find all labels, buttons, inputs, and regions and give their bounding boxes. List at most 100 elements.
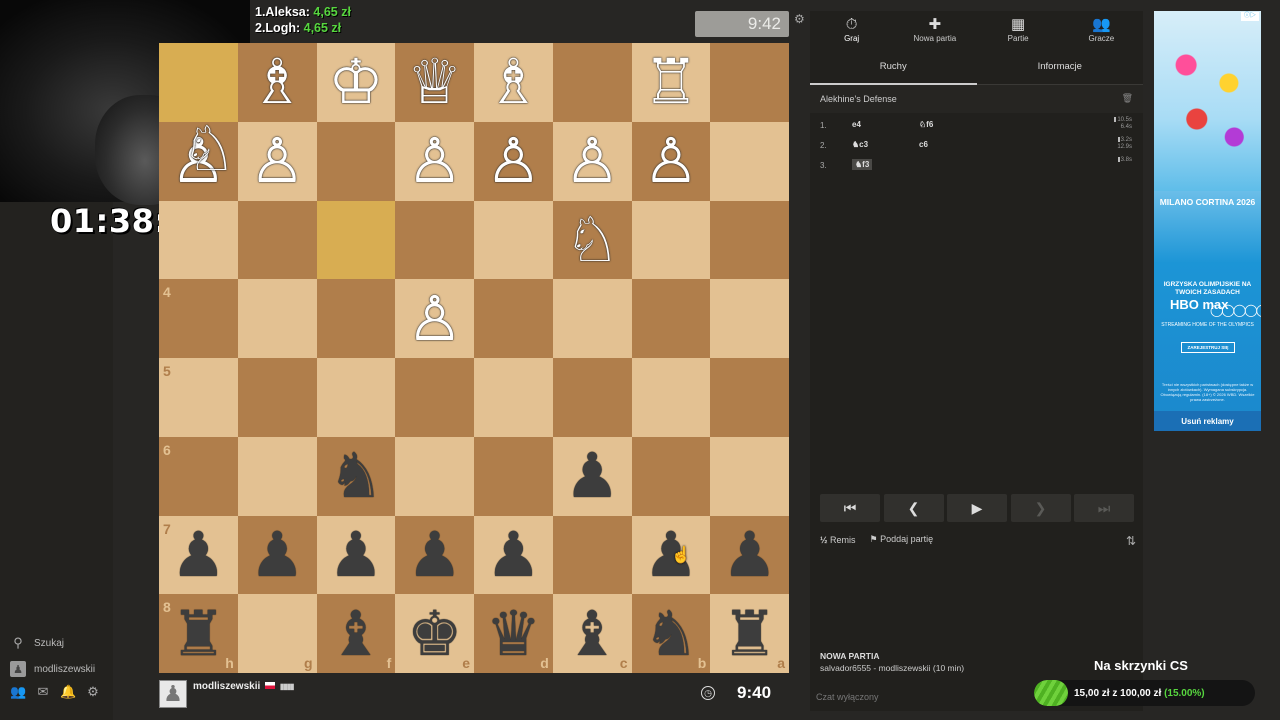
board-square[interactable]: 5 (159, 358, 238, 437)
trash-icon[interactable]: 🗑 (1122, 93, 1133, 104)
board-square[interactable]: b ♞ (631, 594, 711, 673)
board-square[interactable] (710, 279, 789, 358)
board-square[interactable]: 4 (159, 279, 238, 358)
board-square[interactable] (316, 358, 396, 437)
chess-piece[interactable]: ♟ (171, 523, 227, 586)
friends-icon[interactable]: 👥 (10, 684, 26, 702)
previous-move-button[interactable]: ❮ (883, 494, 944, 522)
board-square[interactable]: e ♚ (395, 594, 474, 673)
board-square[interactable]: d ♛ (474, 594, 553, 673)
nav-search[interactable]: ⚲ Szukaj (10, 630, 95, 656)
chess-piece[interactable]: ♛ (486, 602, 542, 665)
board-square[interactable]: g (237, 594, 317, 673)
white-move[interactable]: e4 (852, 120, 861, 129)
board-square[interactable]: ♙ (395, 121, 474, 201)
chess-piece[interactable]: ♙ (249, 130, 305, 192)
board-square[interactable]: ♟ (552, 436, 632, 516)
chess-piece[interactable]: ♙ (407, 287, 463, 350)
chess-piece[interactable]: ♗ (249, 51, 305, 113)
board-square[interactable]: ♟ (237, 515, 317, 595)
board-square[interactable]: ♟ (710, 515, 789, 595)
board-square[interactable] (237, 200, 317, 280)
ad-cta-button[interactable]: ZAREJESTRUJ SIĘ (1181, 342, 1235, 353)
dragged-chess-piece[interactable]: ♘ (181, 117, 237, 180)
tab-players[interactable]: 👥 Gracze (1060, 11, 1143, 49)
board-square[interactable]: ♕ (395, 43, 474, 122)
board-settings-icon[interactable]: ⚙ (794, 12, 805, 26)
chess-piece[interactable]: ♚ (407, 602, 463, 665)
white-move-current[interactable]: ♞f3 (852, 159, 873, 170)
board-square[interactable] (474, 436, 553, 516)
subtab-info[interactable]: Informacje (977, 49, 1144, 84)
chess-piece[interactable]: ♝ (564, 602, 620, 665)
board-square[interactable] (474, 279, 553, 358)
board-square[interactable] (237, 279, 317, 358)
chess-piece[interactable]: ♗ (486, 51, 542, 113)
board-square[interactable]: a ♜ (710, 594, 789, 673)
next-move-button[interactable]: ❯ (1010, 494, 1071, 522)
player-name[interactable]: modliszewskii (193, 681, 260, 692)
board-square[interactable] (710, 43, 789, 122)
board-square[interactable]: f ♝ (316, 594, 396, 673)
subtab-moves[interactable]: Ruchy (810, 49, 977, 85)
nav-user[interactable]: ♟ modliszewskii (10, 656, 95, 682)
board-square[interactable] (316, 200, 396, 280)
board-square[interactable] (395, 200, 474, 280)
board-square[interactable] (631, 358, 711, 437)
chess-piece[interactable]: ♝ (328, 602, 384, 665)
board-square[interactable] (710, 358, 789, 437)
board-square[interactable] (552, 515, 632, 595)
board-square[interactable]: ♙ ♘ (159, 117, 238, 201)
board-square[interactable]: ♗ (474, 43, 553, 122)
board-square[interactable]: 8 h ♜ (159, 594, 238, 673)
resign-button[interactable]: ⚑ Poddaj partię (870, 534, 934, 545)
advertisement[interactable]: ⓘ▷ MILANO CORTINA 2026 IGRZYSKA OLIMPIJS… (1154, 11, 1261, 431)
bell-icon[interactable]: 🔔 (60, 684, 76, 702)
board-square[interactable]: ♟ (316, 515, 396, 595)
chess-piece[interactable]: ♙ (564, 130, 620, 192)
last-move-button[interactable]: ⏭ (1074, 494, 1134, 522)
board-square[interactable] (552, 43, 632, 122)
chess-piece[interactable]: ♟ (328, 523, 384, 586)
board-square[interactable]: c ♝ (552, 594, 632, 673)
board-square[interactable] (710, 436, 789, 516)
board-square[interactable] (316, 279, 396, 358)
board-square[interactable] (552, 358, 632, 437)
mail-icon[interactable]: ✉ (35, 684, 51, 702)
tab-new-game[interactable]: ✚ Nowa partia (893, 11, 976, 49)
white-move[interactable]: ♞c3 (852, 140, 868, 149)
black-move[interactable]: c6 (919, 140, 928, 149)
board-square[interactable] (395, 358, 474, 437)
board-square[interactable] (159, 43, 238, 122)
board-square[interactable]: ♙ (395, 279, 474, 358)
tab-games[interactable]: ▦ Partie (977, 11, 1060, 49)
board-square[interactable]: ♙ (474, 121, 553, 201)
board-square[interactable]: ♙ (237, 121, 317, 201)
tab-play[interactable]: ⏱ Graj (810, 11, 893, 49)
chess-piece[interactable]: ♕ (407, 51, 463, 113)
first-move-button[interactable]: ⏮ (820, 494, 880, 522)
board-square[interactable]: ♟ (395, 515, 474, 595)
board-square[interactable] (710, 121, 789, 201)
chess-board[interactable]: ♗ ♔ ♕ ♗ ♖ ♙ ♘ ♙ ♙ ♙ ♙ ♙ ♘ 4 ♙ 5 6 ♞ ♟ 7 ♟ ♟ ♟ ♟ ♟ ♟ ♟ 8 h ♜ g f ♝ e ♚ d ♛ c ♝ b… (159, 43, 789, 673)
chess-piece[interactable]: ♙ (643, 130, 699, 192)
board-square[interactable]: 7 ♟ (159, 515, 238, 595)
chess-piece[interactable]: ♟ (722, 523, 778, 586)
board-square[interactable] (474, 358, 553, 437)
chess-piece[interactable]: ♔ (328, 51, 384, 113)
board-square[interactable] (474, 200, 553, 280)
board-square[interactable] (631, 279, 711, 358)
chess-piece[interactable]: ♖ (643, 51, 699, 113)
board-square[interactable] (552, 279, 632, 358)
board-square[interactable]: ♟ (474, 515, 553, 595)
chess-piece[interactable]: ♟ (407, 523, 463, 586)
board-square[interactable] (395, 436, 474, 516)
board-square[interactable]: ♖ (631, 43, 711, 122)
remove-ads-button[interactable]: Usuń reklamy (1154, 411, 1261, 431)
flip-board-icon[interactable]: ⇅ (1126, 534, 1136, 548)
gear-icon[interactable]: ⚙ (85, 684, 101, 702)
chess-piece[interactable]: ♙ (407, 130, 463, 192)
player-avatar[interactable]: ♟ (159, 680, 187, 708)
board-square[interactable] (631, 436, 711, 516)
board-square[interactable]: ♙ (552, 121, 632, 201)
